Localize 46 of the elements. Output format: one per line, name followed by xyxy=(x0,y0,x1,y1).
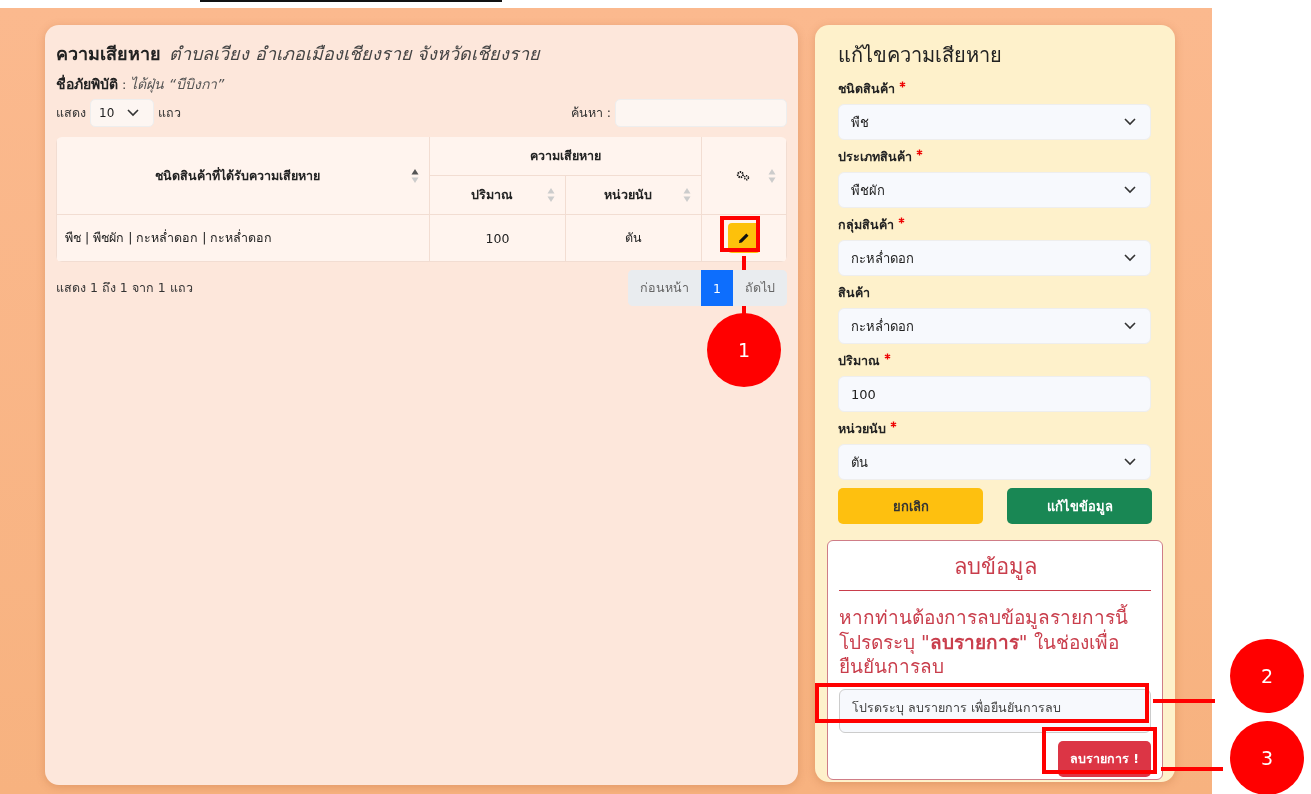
callout-badge: 2 xyxy=(1230,639,1304,714)
page-length-select[interactable]: 10 xyxy=(90,99,154,127)
disaster-label: ชื่อภัยพิบัติ xyxy=(56,73,118,94)
delete-message: หากท่านต้องการลบข้อมูลรายการนี้ โปรดระบุ "ลบรายการ" ในช่องเพื่อยืนยันการลบ xyxy=(839,605,1129,680)
column-header[interactable]: ปริมาณ xyxy=(429,175,566,215)
highlight-frame xyxy=(720,216,760,252)
group-header: ความเสียหาย xyxy=(429,137,702,176)
disaster-name: ไต้ฝุ่น “บีบิงกา” xyxy=(130,75,225,95)
field-label: กลุ่มสินค้า xyxy=(838,215,1152,235)
table-info: แสดง 1 ถึง 1 จาก 1 แถว xyxy=(56,279,193,297)
chevron-down-icon xyxy=(1124,254,1136,262)
separator-text: : xyxy=(122,77,127,92)
form-title: แก้ไขความเสียหาย xyxy=(838,42,1003,69)
chevron-down-icon xyxy=(1124,186,1136,194)
table-cell: ตัน xyxy=(565,214,702,262)
field-label: หน่วยนับ xyxy=(838,419,1152,439)
chevron-down-icon xyxy=(127,109,139,117)
table-cell: พืช | พืชผัก | กะหล่ำดอก | กะหล่ำดอก xyxy=(56,214,430,262)
cancel-button[interactable]: ยกเลิก xyxy=(838,488,983,524)
column-header[interactable]: ชนิดสินค้าที่ได้รับความเสียหาย xyxy=(56,137,430,215)
select-field[interactable]: กะหล่ำดอก xyxy=(838,308,1151,344)
gears-icon xyxy=(736,170,750,181)
rows-label: แถว xyxy=(158,104,181,122)
pencil-icon xyxy=(738,232,750,244)
select-field[interactable]: กะหล่ำดอก xyxy=(838,240,1151,276)
select-field[interactable]: พืช xyxy=(838,104,1151,140)
delete-title: ลบข้อมูล xyxy=(839,549,1151,591)
pagination-button[interactable]: 1 xyxy=(701,270,733,306)
chevron-down-icon xyxy=(1124,118,1136,126)
field-label: ปริมาณ xyxy=(838,351,1152,371)
callout-badge: 3 xyxy=(1230,721,1304,794)
input-field[interactable]: 100 xyxy=(838,376,1151,412)
select-field[interactable]: ตัน xyxy=(838,444,1151,480)
sort-icon[interactable] xyxy=(411,167,419,184)
panel-heading: ความเสียหาย xyxy=(56,42,161,66)
select-field[interactable]: พืชผัก xyxy=(838,172,1151,208)
show-label: แสดง xyxy=(56,104,86,122)
location-text: ตำบลเวียง อำเภอเมืองเชียงราย จังหวัดเชียงราย xyxy=(169,42,541,66)
field-label: ชนิดสินค้า xyxy=(838,79,1152,99)
save-button[interactable]: แก้ไขข้อมูล xyxy=(1007,488,1152,524)
table-cell: 100 xyxy=(429,214,566,262)
field-label: ประเภทสินค้า xyxy=(838,147,1152,167)
chevron-down-icon xyxy=(1124,458,1136,466)
chevron-down-icon xyxy=(1124,322,1136,330)
search-label: ค้นหา : xyxy=(570,104,611,122)
field-label: สินค้า xyxy=(838,284,871,302)
